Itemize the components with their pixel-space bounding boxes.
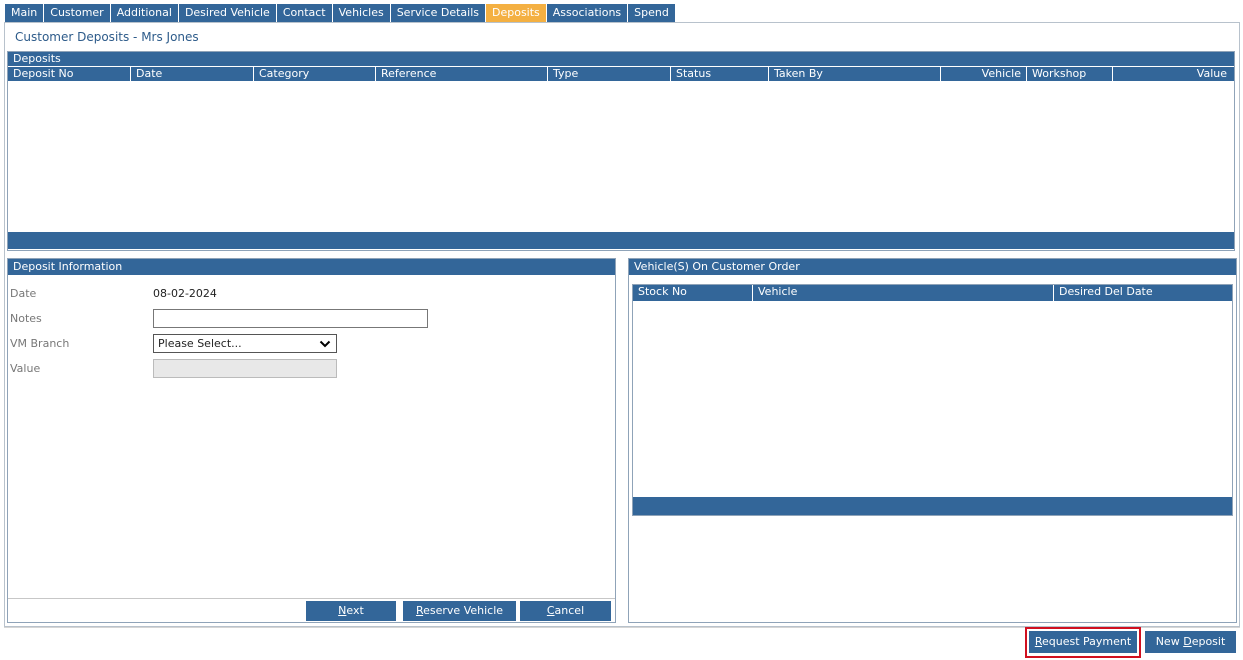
tab-deposits[interactable]: Deposits: [486, 4, 547, 22]
next-button[interactable]: Next: [306, 601, 396, 621]
notes-input[interactable]: [153, 308, 428, 328]
column-header-reference[interactable]: Reference: [376, 67, 548, 81]
deposits-column-header-row: Deposit No Date Category Reference Type …: [8, 66, 1234, 81]
tab-contact[interactable]: Contact: [276, 4, 333, 22]
vehicles-grid-body: [633, 301, 1232, 497]
vm-branch-row: VM Branch Please Select...: [10, 333, 337, 353]
column-header-deposit-no[interactable]: Deposit No: [8, 67, 131, 81]
reserve-vehicle-button[interactable]: Reserve Vehicle: [403, 601, 516, 621]
vm-branch-selected-value: Please Select...: [158, 336, 242, 350]
date-label: Date: [10, 286, 37, 300]
deposit-action-bar: Next Reserve Vehicle Cancel: [8, 598, 615, 622]
column-header-workshop[interactable]: Workshop: [1027, 67, 1113, 81]
page-title: Customer Deposits - Mrs Jones: [15, 30, 199, 44]
column-header-stock-no[interactable]: Stock No: [633, 285, 753, 301]
column-header-type[interactable]: Type: [548, 67, 671, 81]
deposits-grid-footer: [8, 232, 1234, 249]
tab-additional[interactable]: Additional: [110, 4, 179, 22]
vehicles-on-order-grid: Stock No Vehicle Desired Del Date: [632, 284, 1233, 516]
date-value: 08-02-2024: [153, 286, 217, 300]
column-header-status[interactable]: Status: [671, 67, 769, 81]
tab-spend[interactable]: Spend: [628, 4, 676, 22]
notes-row: Notes: [10, 308, 428, 328]
tab-main[interactable]: Main: [5, 4, 45, 22]
value-label: Value: [10, 361, 41, 375]
column-header-vehicle[interactable]: Vehicle: [753, 285, 1054, 301]
new-deposit-button[interactable]: New Deposit: [1145, 631, 1236, 653]
vehicles-on-order-panel: Vehicle(S) On Customer Order Stock No Ve…: [628, 258, 1237, 623]
column-header-taken-by[interactable]: Taken By: [769, 67, 941, 81]
vehicles-on-order-header: Vehicle(S) On Customer Order: [629, 259, 1236, 275]
deposit-information-panel: Deposit Information Date 08-02-2024 Note…: [7, 258, 616, 623]
deposits-header: Deposits: [8, 52, 1234, 66]
tab-service-details[interactable]: Service Details: [390, 4, 486, 22]
value-input: [153, 358, 337, 378]
tab-bar: Main Customer Additional Desired Vehicle…: [5, 4, 676, 22]
tab-associations[interactable]: Associations: [546, 4, 629, 22]
deposits-grid-body: [8, 81, 1234, 232]
column-header-date[interactable]: Date: [131, 67, 254, 81]
vehicles-grid-footer: [633, 497, 1232, 515]
date-row: Date 08-02-2024: [10, 283, 217, 303]
tab-desired-vehicle[interactable]: Desired Vehicle: [178, 4, 277, 22]
vm-branch-label: VM Branch: [10, 336, 70, 350]
column-header-vehicle[interactable]: Vehicle: [941, 67, 1027, 81]
notes-label: Notes: [10, 311, 42, 325]
tab-customer[interactable]: Customer: [44, 4, 111, 22]
column-header-value[interactable]: Value: [1113, 67, 1232, 81]
vehicles-column-header-row: Stock No Vehicle Desired Del Date: [633, 285, 1232, 301]
request-payment-button[interactable]: Request Payment: [1029, 631, 1137, 653]
deposit-information-header: Deposit Information: [8, 259, 615, 275]
column-header-desired-del-date[interactable]: Desired Del Date: [1054, 285, 1232, 301]
tab-vehicles[interactable]: Vehicles: [332, 4, 391, 22]
vm-branch-select[interactable]: Please Select...: [153, 333, 337, 353]
deposits-grid: Deposits Deposit No Date Category Refere…: [7, 51, 1235, 251]
cancel-button[interactable]: Cancel: [520, 601, 611, 621]
value-row: Value: [10, 358, 337, 378]
column-header-category[interactable]: Category: [254, 67, 376, 81]
chevron-down-icon: [319, 340, 331, 347]
